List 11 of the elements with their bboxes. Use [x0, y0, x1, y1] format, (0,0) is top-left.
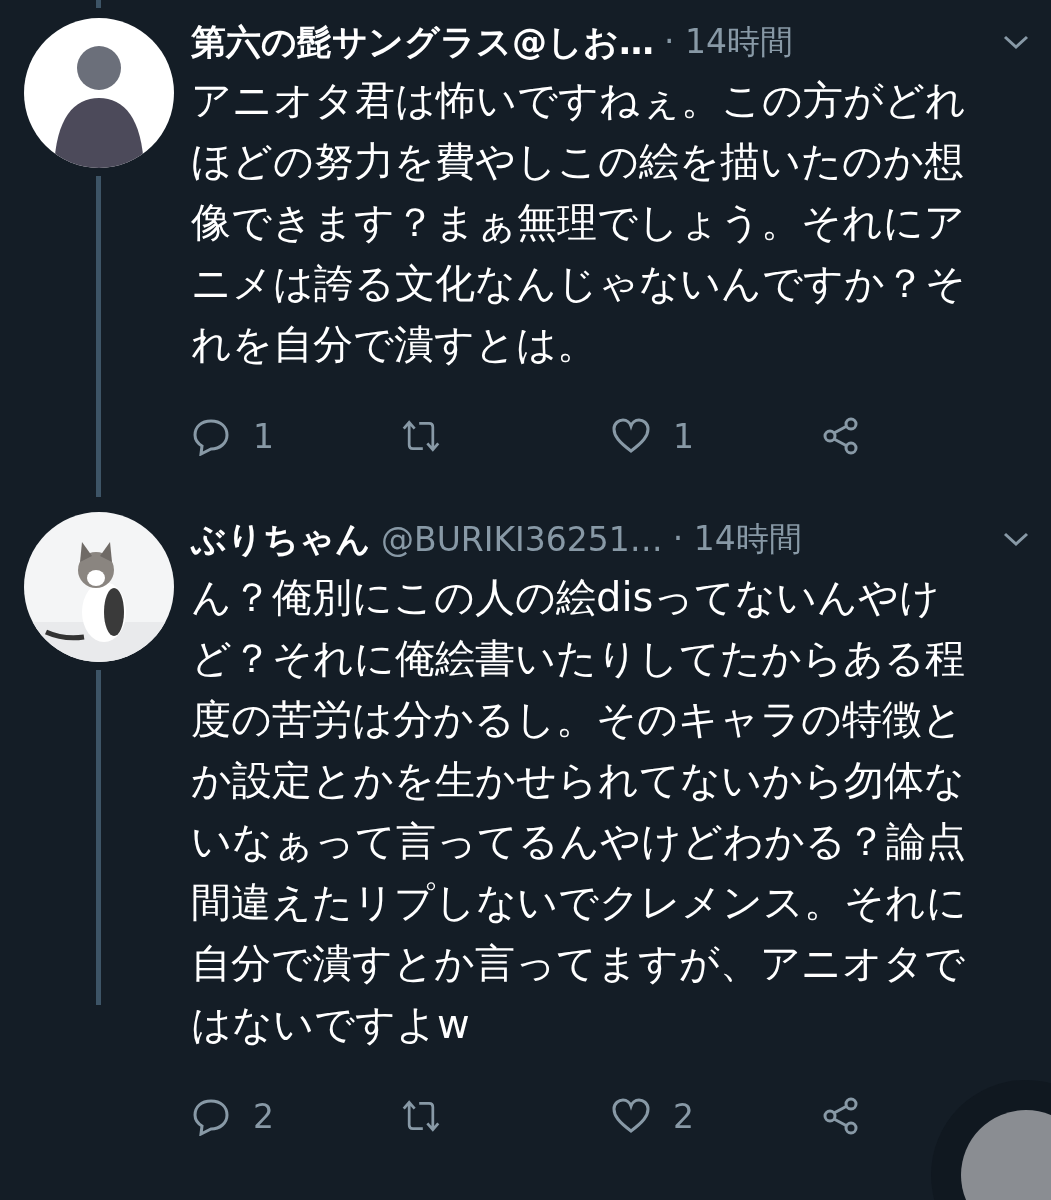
reply-count: 1: [253, 416, 274, 456]
user-name[interactable]: 第六の髭サングラス@しお…: [191, 18, 654, 66]
timestamp: · 14時間: [664, 20, 793, 63]
tweet-text: アニオタ君は怖いですねぇ。この方がどれほどの努力を費やしこの絵を描いたのか想像できます？まぁ無理でしょう。それにアニメは誇る文化なんじゃないんですか？それを自分で潰すとは。: [191, 76, 967, 369]
like-count: 2: [673, 1096, 694, 1136]
user-handle: @BURIKI36251…: [381, 519, 663, 559]
like-count: 1: [673, 416, 694, 456]
tweet-text: ん？俺別にこの人の絵disってないんやけど？それに俺絵書いたりしてたからある程度の苦労は分かるし。そのキャラの特徴とか設定とかを生かせられてないから勿体ないなぁって言ってるんやけどわかる？論点間違えたリプしないでクレメンス。それに自分で潰すとか言ってますが、アニオタではないですよw: [191, 573, 968, 1049]
reply-count: 2: [253, 1096, 274, 1136]
user-name[interactable]: ぶりちゃん: [191, 515, 371, 563]
timestamp: · 14時間: [672, 517, 802, 560]
